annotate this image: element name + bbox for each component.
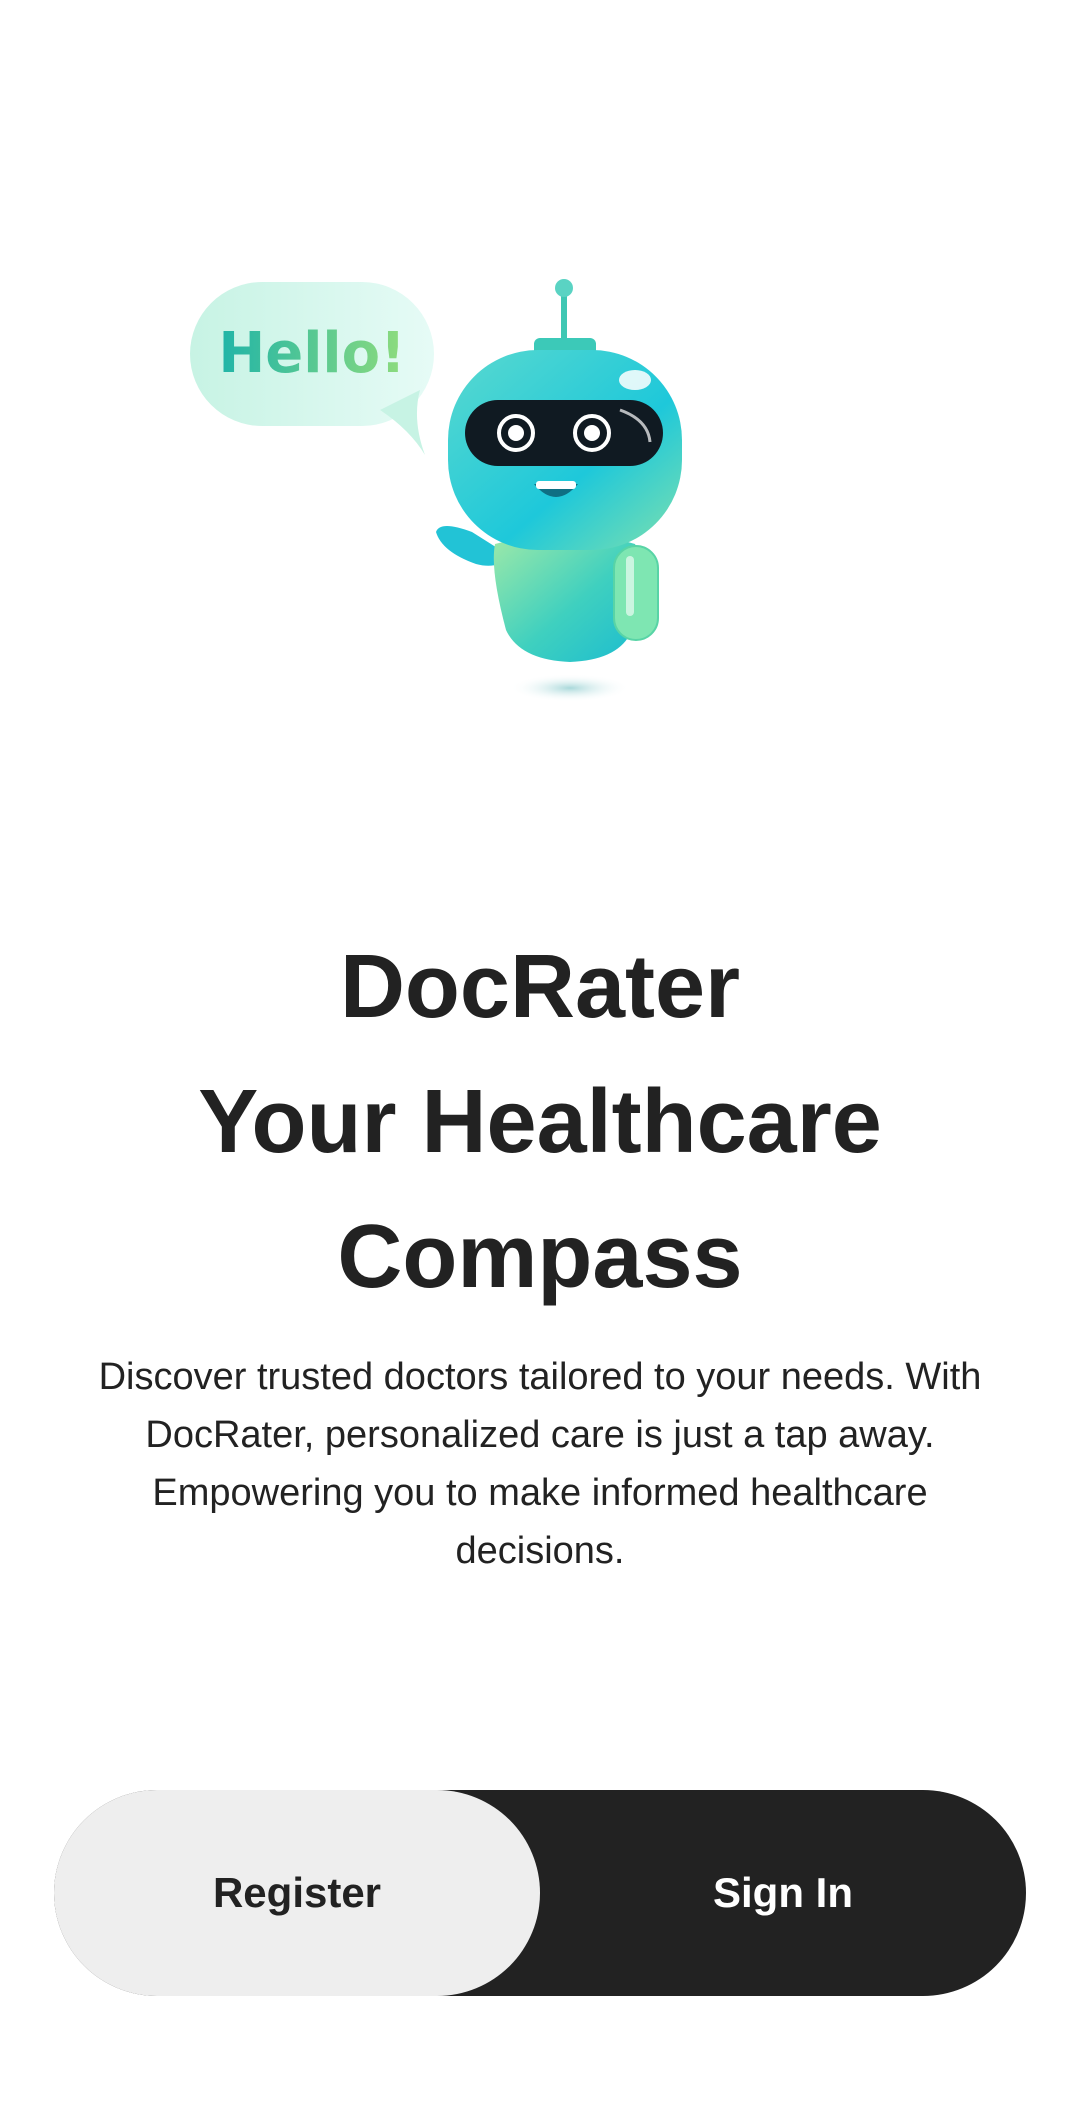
hero-description: Discover trusted doctors tailored to you… <box>98 1356 982 1572</box>
robot-mascot-icon: Hello! <box>190 279 682 702</box>
title-tagline-line1: Your Healthcare <box>198 1072 882 1172</box>
robot-illustration: Hello! <box>180 270 700 730</box>
title-tagline-line2: Compass <box>337 1207 743 1307</box>
register-button[interactable]: Register <box>54 1790 540 1996</box>
page-title: DocRater Your Healthcare Compass <box>0 920 1080 1325</box>
hello-bubble-text: Hello! <box>218 321 405 386</box>
title-app-name: DocRater <box>339 937 741 1037</box>
speech-bubble: Hello! <box>190 282 434 455</box>
auth-button-group: Sign In Register <box>54 1790 1026 1996</box>
sign-in-button[interactable]: Sign In <box>540 1790 1026 1996</box>
